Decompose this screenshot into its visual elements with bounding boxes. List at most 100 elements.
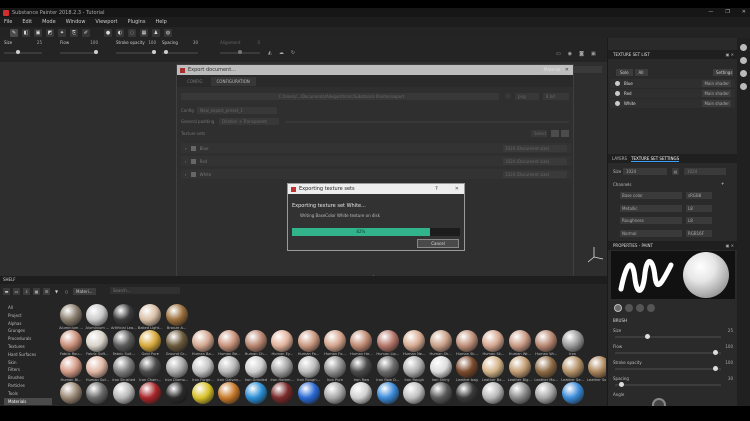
grid-view-icon[interactable]: ▦ xyxy=(33,287,40,295)
texture-size-select[interactable]: 1024 xyxy=(623,168,667,175)
texture-set-row[interactable]: › Red 1024 (Document size) xyxy=(181,156,571,166)
all-button[interactable]: All xyxy=(634,69,648,76)
menu-file[interactable]: File xyxy=(4,19,12,25)
stroke-opacity-param[interactable]: Stroke opacity 100 xyxy=(116,40,156,60)
cloud-icon[interactable]: ☁ xyxy=(279,50,284,56)
menu-edit[interactable]: Edit xyxy=(22,19,32,25)
flow-slider[interactable]: Flow 100 xyxy=(613,344,733,356)
channel-format-select[interactable]: L8 xyxy=(686,204,712,212)
add-channel-icon[interactable]: + xyxy=(721,181,724,186)
grid-icon[interactable]: ▦ xyxy=(140,28,148,37)
material-thumbnail[interactable] xyxy=(322,382,348,406)
material-thumbnail[interactable]: Leather Sof... xyxy=(586,356,606,386)
minimize-icon[interactable]: — xyxy=(708,9,713,15)
padding-select[interactable]: Dilation + Transparent xyxy=(219,118,279,125)
material-thumbnail[interactable] xyxy=(243,382,269,406)
close-icon[interactable]: ✕ xyxy=(565,67,569,73)
material-thumbnail[interactable] xyxy=(269,382,295,406)
material-thumbnail[interactable] xyxy=(111,382,137,406)
spacing-slider[interactable]: Spacing 30 xyxy=(613,376,733,388)
material-thumbnail[interactable] xyxy=(560,382,586,406)
shelf-category-item[interactable]: Brushes xyxy=(4,374,52,382)
material-icon[interactable] xyxy=(647,304,655,312)
material-thumbnail[interactable] xyxy=(137,382,163,406)
menu-viewport[interactable]: Viewport xyxy=(95,19,117,25)
camera-icon[interactable]: ◉ xyxy=(568,51,572,57)
tab-texture-set-settings[interactable]: TEXTURE SET SETTINGS xyxy=(631,156,680,162)
channel-format-select[interactable]: RGB16F xyxy=(686,229,712,237)
projection-icon[interactable]: ▣ xyxy=(34,28,42,37)
material-thumbnail[interactable] xyxy=(190,382,216,406)
tab-config[interactable]: CONFIG xyxy=(181,77,209,86)
flow-param[interactable]: Flow 100 xyxy=(60,40,98,60)
person-icon[interactable]: ♟ xyxy=(152,28,160,37)
circle-icon[interactable]: ○ xyxy=(63,288,70,295)
material-thumbnail[interactable] xyxy=(84,382,110,406)
channel-row[interactable]: Roughness L8 xyxy=(620,217,720,225)
shelf-category-item[interactable]: Filters xyxy=(4,366,52,374)
output-path-field[interactable]: C:/Users/.../Documents/Allegorithmic/Sub… xyxy=(181,93,499,100)
checkbox[interactable] xyxy=(190,145,196,151)
clone-icon[interactable]: ⎘ xyxy=(70,28,78,37)
visibility-icon[interactable] xyxy=(615,81,620,86)
folder-icon[interactable]: ▬ xyxy=(3,287,10,295)
resolution-select[interactable]: 1024 (Document size) xyxy=(503,144,567,152)
shelf-category-item[interactable]: Grunges xyxy=(4,327,52,335)
menu-mode[interactable]: Mode xyxy=(42,19,56,25)
tab-layers[interactable]: LAYERS xyxy=(612,156,627,161)
filter-chip[interactable]: Materi... xyxy=(73,287,96,295)
symmetry-icon[interactable]: ● xyxy=(104,28,112,37)
mirror-icon[interactable]: ◐ xyxy=(116,28,124,37)
stroke-opacity-slider-knob[interactable] xyxy=(152,50,156,54)
slider-knob[interactable] xyxy=(713,350,718,355)
shader-select[interactable]: Main shader xyxy=(702,80,731,87)
smudge-icon[interactable]: ✦ xyxy=(58,28,66,37)
texture-set-item[interactable]: White Main shader xyxy=(610,99,735,108)
select-none-button[interactable] xyxy=(561,130,569,137)
list-view-icon[interactable]: ☰ xyxy=(43,287,50,295)
material-thumbnail[interactable] xyxy=(533,382,559,406)
shelf-category-item[interactable]: Procedurals xyxy=(4,335,52,343)
close-icon[interactable]: ✕ xyxy=(742,9,746,15)
size-param[interactable]: Size 25 xyxy=(4,40,42,60)
padding-slider[interactable] xyxy=(285,121,569,123)
display-icon[interactable]: ◙ xyxy=(579,51,584,57)
alignment-param[interactable]: Alignment 0 xyxy=(220,40,260,60)
settings-icon[interactable] xyxy=(740,70,747,77)
slider-knob[interactable] xyxy=(645,334,650,339)
resolution-select[interactable]: 1024 (Document size) xyxy=(503,157,567,165)
stencil-icon[interactable] xyxy=(636,304,644,312)
material-thumbnail[interactable] xyxy=(164,382,190,406)
cancel-button[interactable]: Cancel xyxy=(417,239,459,248)
geometry-fill-icon[interactable]: ◩ xyxy=(46,28,54,37)
stroke-opacity-slider[interactable]: Stroke opacity 100 xyxy=(613,360,733,372)
visibility-icon[interactable] xyxy=(615,91,620,96)
select-all-button[interactable] xyxy=(551,130,559,137)
shelf-search-input[interactable]: Search... xyxy=(110,287,180,294)
texture-set-row[interactable]: › White 1024 (Document size) xyxy=(181,169,571,179)
brush-icon[interactable] xyxy=(614,304,622,312)
chevron-right-icon[interactable]: › xyxy=(185,159,187,164)
chat-icon[interactable] xyxy=(740,44,747,51)
material-thumbnail[interactable] xyxy=(348,382,374,406)
slider-knob[interactable] xyxy=(619,382,624,387)
channel-format-select[interactable]: sRGB8 xyxy=(686,192,712,199)
material-thumbnail[interactable] xyxy=(375,382,401,406)
paint-brush-icon[interactable]: ✎ xyxy=(10,28,18,37)
texture-set-row[interactable]: › Blue 1024 (Document size) xyxy=(181,143,571,153)
stencil-icon[interactable]: ◍ xyxy=(164,28,172,37)
channel-row[interactable]: Metallic L8 xyxy=(620,204,720,213)
filter-icon[interactable]: ▼ xyxy=(53,288,60,295)
maximize-icon[interactable]: ❐ xyxy=(725,9,729,15)
eraser-icon[interactable]: ◧ xyxy=(22,28,30,37)
size-slider[interactable]: Size 25 xyxy=(613,328,733,340)
close-icon[interactable]: ✕ xyxy=(455,186,459,192)
panel-options-icon[interactable]: ▣ ✕ xyxy=(726,50,734,59)
color-picker-icon[interactable]: ✐ xyxy=(82,28,90,37)
material-thumbnail[interactable] xyxy=(454,382,480,406)
menu-help[interactable]: Help xyxy=(155,19,166,25)
material-thumbnail[interactable] xyxy=(507,382,533,406)
spacing-slider-knob[interactable] xyxy=(164,50,168,54)
material-thumbnail[interactable] xyxy=(296,382,322,406)
angle-dial[interactable] xyxy=(652,398,666,406)
